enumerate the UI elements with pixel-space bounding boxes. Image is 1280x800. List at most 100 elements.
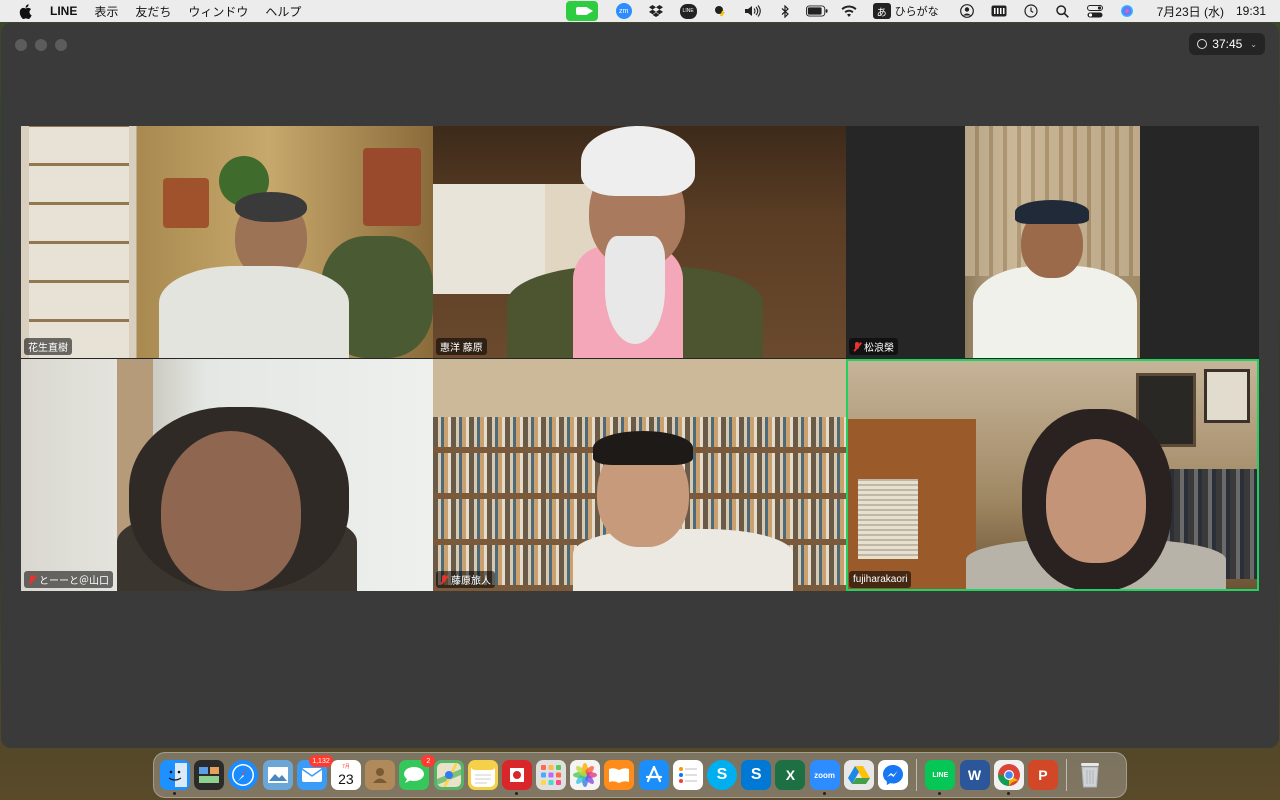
unread-badge: 1,132 xyxy=(309,755,333,767)
control-center-icon[interactable] xyxy=(1084,2,1106,20)
participant-name-tag: fujiharakaori xyxy=(849,571,912,588)
memory-meter-icon[interactable] xyxy=(988,2,1010,20)
participant-name: 藤原旅人 xyxy=(451,576,491,587)
muted-microphone-icon xyxy=(853,341,861,352)
running-indicator xyxy=(173,792,176,795)
dropbox-icon[interactable] xyxy=(645,2,667,20)
time-machine-icon[interactable] xyxy=(1020,2,1042,20)
input-method-badge[interactable]: あ xyxy=(872,3,891,19)
close-window-button[interactable] xyxy=(15,39,27,51)
line-app-icon[interactable]: LINE xyxy=(925,760,956,795)
app-menu[interactable]: LINE xyxy=(50,4,77,18)
running-indicator xyxy=(938,792,942,795)
calendar-month: 7月 xyxy=(342,763,350,770)
video-feed xyxy=(846,359,1259,591)
participant-name-tag: 花生直樹 xyxy=(24,338,72,355)
weather-icon[interactable] xyxy=(710,2,732,20)
menu-help[interactable]: ヘルプ xyxy=(265,3,301,20)
dock: 1,132 7月 23 2 S S X zoom LINE W P xyxy=(153,752,1127,798)
notes-icon[interactable] xyxy=(467,760,498,790)
menu-view[interactable]: 表示 xyxy=(94,3,118,20)
photos-icon[interactable] xyxy=(570,760,601,790)
running-indicator xyxy=(514,792,518,795)
chevron-down-icon: ⌄ xyxy=(1250,39,1257,49)
preview-icon[interactable] xyxy=(262,760,293,790)
bluetooth-icon[interactable] xyxy=(774,2,796,20)
photo-booth-icon[interactable] xyxy=(501,760,532,795)
messages-icon[interactable]: 2 xyxy=(399,755,436,790)
menubar-time[interactable]: 19:31 xyxy=(1236,4,1266,18)
user-account-icon[interactable] xyxy=(956,2,978,20)
menu-window[interactable]: ウィンドウ xyxy=(188,3,248,20)
participant-name-tag: 藤原旅人 xyxy=(436,571,495,588)
participant-tile[interactable]: 花生直樹 xyxy=(21,126,433,358)
volume-icon[interactable] xyxy=(742,2,764,20)
dock-separator xyxy=(1066,759,1068,791)
messenger-icon[interactable] xyxy=(877,760,908,790)
finder-icon[interactable] xyxy=(160,760,190,795)
participant-name: fujiharakaori xyxy=(853,574,908,585)
battery-icon[interactable] xyxy=(805,2,828,20)
books-icon[interactable] xyxy=(604,760,635,790)
participant-name-tag: 惠洋 藤原 xyxy=(436,338,487,355)
participant-name: とーーと＠山口 xyxy=(39,576,109,587)
muted-microphone-icon xyxy=(28,574,36,585)
siri-icon[interactable] xyxy=(1116,2,1138,20)
chrome-icon[interactable] xyxy=(993,760,1024,795)
muted-microphone-icon xyxy=(440,574,448,585)
running-indicator xyxy=(822,792,826,795)
app-store-icon[interactable] xyxy=(638,760,669,790)
video-gallery: 花生直樹 惠洋 藤原 松浪榮 とーーと＠山口 藤原旅人 fujiharakaor… xyxy=(21,126,1259,591)
zoom-app-icon[interactable]: zoom xyxy=(809,760,840,795)
apple-menu-icon[interactable] xyxy=(16,2,34,20)
zoom-menu-icon[interactable]: zm xyxy=(615,3,632,19)
meeting-timer[interactable]: 37:45 ⌄ xyxy=(1189,33,1265,55)
spotlight-search-icon[interactable] xyxy=(1052,2,1074,20)
calendar-day: 23 xyxy=(338,770,354,787)
launchpad-icon[interactable] xyxy=(536,760,567,790)
video-feed xyxy=(21,126,433,358)
participant-tile[interactable]: 藤原旅人 xyxy=(433,359,846,591)
maps-icon[interactable] xyxy=(433,760,464,790)
reminders-icon[interactable] xyxy=(672,760,703,790)
meeting-timer-value: 37:45 xyxy=(1212,37,1243,51)
google-drive-icon[interactable] xyxy=(843,760,874,790)
video-feed xyxy=(433,359,846,591)
line-status-icon[interactable]: LINE xyxy=(679,3,697,19)
clock-icon xyxy=(1197,39,1208,49)
dock-separator xyxy=(916,759,918,791)
skype-for-business-icon[interactable]: S xyxy=(741,760,772,790)
word-icon[interactable]: W xyxy=(959,760,990,790)
video-feed xyxy=(965,126,1140,358)
participant-tile[interactable]: 惠洋 藤原 xyxy=(433,126,846,358)
excel-icon[interactable]: X xyxy=(775,760,806,790)
calendar-icon[interactable]: 7月 23 xyxy=(330,760,361,790)
powerpoint-icon[interactable]: P xyxy=(1027,760,1058,790)
participant-name-tag: 松浪榮 xyxy=(849,338,898,355)
participant-name-tag: とーーと＠山口 xyxy=(24,571,113,588)
wifi-icon[interactable] xyxy=(838,2,860,20)
participant-name: 惠洋 藤原 xyxy=(440,343,483,354)
contacts-icon[interactable] xyxy=(365,760,396,790)
participant-tile[interactable]: とーーと＠山口 xyxy=(21,359,433,591)
zoom-video-status-icon[interactable] xyxy=(565,1,598,21)
running-indicator xyxy=(1006,792,1010,795)
participant-name: 花生直樹 xyxy=(28,343,68,354)
mail-icon[interactable]: 1,132 xyxy=(296,755,333,790)
participant-tile[interactable]: 松浪榮 xyxy=(846,126,1259,358)
menu-bar: LINE 表示 友だち ウィンドウ ヘルプ zm LINE あ ひらがな 7月2… xyxy=(0,0,1280,22)
zoom-app-label: zoom xyxy=(814,770,835,780)
skype-icon[interactable]: S xyxy=(707,760,737,790)
menubar-date[interactable]: 7月23日 (水) xyxy=(1157,3,1224,20)
input-method-label[interactable]: ひらがな xyxy=(895,3,939,19)
mission-control-icon[interactable] xyxy=(194,760,225,790)
participant-tile-active-speaker[interactable]: fujiharakaori xyxy=(846,359,1259,591)
trash-icon[interactable] xyxy=(1075,760,1105,790)
minimize-window-button[interactable] xyxy=(35,39,47,51)
video-feed xyxy=(21,359,433,591)
window-controls xyxy=(15,39,67,51)
safari-icon[interactable] xyxy=(228,760,259,790)
line-app-label: LINE xyxy=(932,771,949,779)
menu-friends[interactable]: 友だち xyxy=(135,3,171,20)
zoom-window-button[interactable] xyxy=(55,39,67,51)
